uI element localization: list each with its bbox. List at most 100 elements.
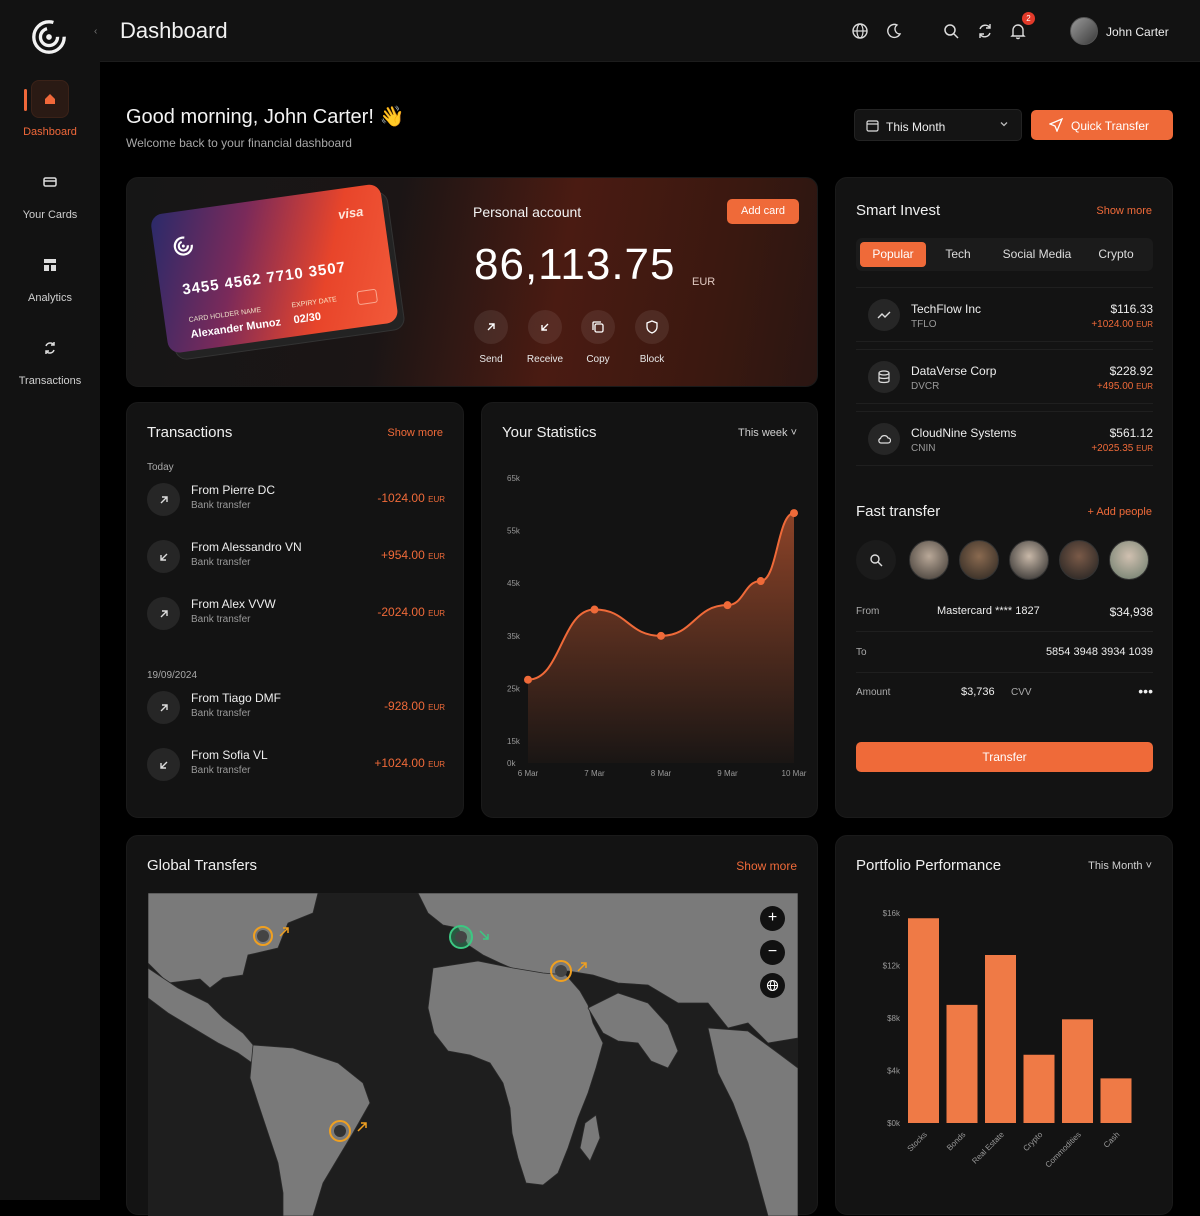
- tab-popular[interactable]: Popular: [860, 242, 926, 267]
- group-label: 19/09/2024: [147, 670, 198, 681]
- transaction-amount: -928.00 EUR: [384, 699, 445, 713]
- shield-icon: [635, 310, 669, 344]
- smart-invest-show-more[interactable]: Show more: [1096, 205, 1152, 217]
- data-point[interactable]: [524, 675, 532, 684]
- sidebar-item-analytics[interactable]: Analytics: [0, 246, 100, 304]
- transactions-show-more[interactable]: Show more: [387, 427, 443, 439]
- arrow-down-left-icon: [147, 540, 180, 573]
- y-tick-label: $4k: [887, 1067, 901, 1076]
- transfer-button[interactable]: Transfer: [856, 742, 1153, 772]
- x-tick-label: 6 Mar: [518, 769, 539, 778]
- bar[interactable]: [1023, 1054, 1055, 1123]
- send-action[interactable]: Send: [461, 310, 521, 365]
- invest-item[interactable]: DataVerse Corp DVCR $228.92 +495.00 EUR: [856, 349, 1153, 404]
- account-currency: EUR: [692, 276, 716, 288]
- contact-avatar[interactable]: [1009, 540, 1049, 580]
- to-account: 5854 3948 3934 1039: [1045, 646, 1153, 658]
- globe-view-button[interactable]: [760, 973, 785, 998]
- statistics-period-select[interactable]: This week ˅: [738, 427, 797, 439]
- credit-card[interactable]: visa 3455 4562 7710 3507 CARD HOLDER NAM…: [149, 182, 409, 364]
- greeting-title: Good morning, John Carter! 👋: [126, 106, 405, 128]
- contact-avatar[interactable]: [909, 540, 949, 580]
- user-name[interactable]: John Carter: [1106, 25, 1169, 39]
- sidebar-item-cards[interactable]: Your Cards: [0, 163, 100, 221]
- transaction-amount-value: +954.00: [381, 548, 425, 562]
- sidebar-item-transactions[interactable]: Transactions: [0, 329, 100, 387]
- globe-icon[interactable]: [851, 22, 869, 40]
- zoom-out-button[interactable]: −: [760, 940, 785, 965]
- invest-item[interactable]: CloudNine Systems CNIN $561.12 +2025.35 EUR: [856, 411, 1153, 466]
- invest-change: +1024.00 EUR: [1091, 319, 1153, 330]
- arrow-up-right-icon: [147, 483, 180, 516]
- transaction-currency: EUR: [428, 552, 445, 561]
- global-transfers-panel: Global Transfers Show more + −: [126, 835, 818, 1216]
- avatar[interactable]: [1070, 17, 1098, 45]
- sidebar-item-dashboard[interactable]: Dashboard: [0, 80, 100, 138]
- transaction-row[interactable]: From Sofia VL Bank transfer +1024.00 EUR: [147, 746, 445, 786]
- y-tick-label: 55k: [507, 527, 521, 536]
- bell-icon[interactable]: [1009, 22, 1027, 40]
- amount-value[interactable]: $3,736: [961, 686, 995, 698]
- tab-crypto[interactable]: Crypto: [1086, 242, 1146, 267]
- transfer-amount-row[interactable]: Amount $3,736 CVV •••: [856, 673, 1153, 713]
- transaction-row[interactable]: From Alessandro VN Bank transfer +954.00 E…: [147, 538, 445, 578]
- contact-avatar[interactable]: [1109, 540, 1149, 580]
- data-point[interactable]: [756, 577, 765, 586]
- transaction-amount-value: -2024.00: [377, 605, 425, 619]
- data-point[interactable]: [590, 605, 599, 614]
- transfer-to-row[interactable]: To 5854 3948 3934 1039: [856, 633, 1153, 673]
- search-icon[interactable]: [942, 22, 960, 40]
- transaction-name: From Alex VVW: [191, 597, 276, 611]
- bar[interactable]: [1100, 1078, 1132, 1123]
- period-select[interactable]: This Month: [854, 109, 1022, 141]
- sidebar: Dashboard Your Cards Analytics Transacti…: [0, 0, 100, 1200]
- invest-change-currency: EUR: [1136, 382, 1153, 391]
- from-balance: $34,938: [1109, 605, 1153, 619]
- contact-avatar[interactable]: [1059, 540, 1099, 580]
- data-point[interactable]: [723, 601, 732, 610]
- add-card-button[interactable]: Add card: [727, 199, 799, 224]
- bar[interactable]: [985, 955, 1016, 1123]
- refresh-icon[interactable]: [976, 22, 994, 40]
- invest-change: +2025.35 EUR: [1091, 443, 1153, 454]
- period-select-value: This Month: [886, 120, 946, 134]
- data-point[interactable]: [790, 509, 798, 518]
- bar[interactable]: [946, 1004, 978, 1123]
- invest-item[interactable]: TechFlow Inc TFLO $116.33 +1024.00 EUR: [856, 287, 1153, 342]
- transaction-amount-value: -928.00: [384, 699, 425, 713]
- world-map[interactable]: + −: [148, 893, 798, 1216]
- transaction-row[interactable]: From Pierre DC Bank transfer -1024.00 EUR: [147, 481, 445, 521]
- x-tick-label: Crypto: [1021, 1130, 1044, 1153]
- receive-action[interactable]: Receive: [515, 310, 575, 365]
- transaction-row[interactable]: From Tiago DMF Bank transfer -928.00 EUR: [147, 689, 445, 729]
- invest-price: $228.92: [1109, 364, 1153, 378]
- app-logo[interactable]: [30, 18, 68, 56]
- collapse-sidebar-icon[interactable]: ‹: [94, 26, 97, 37]
- transfer-from-row[interactable]: From Mastercard **** 1827 $34,938: [856, 592, 1153, 632]
- bar[interactable]: [1062, 1019, 1093, 1123]
- invest-change-value: +2025.35: [1091, 443, 1134, 454]
- bar[interactable]: [908, 918, 939, 1123]
- data-point[interactable]: [657, 631, 665, 640]
- tab-tech[interactable]: Tech: [928, 242, 988, 267]
- sidebar-item-label: Analytics: [27, 292, 73, 304]
- block-action[interactable]: Block: [622, 310, 682, 365]
- copy-action[interactable]: Copy: [568, 310, 628, 365]
- invest-change-currency: EUR: [1136, 320, 1153, 329]
- contact-search-button[interactable]: [856, 540, 896, 580]
- moon-icon[interactable]: [885, 22, 903, 40]
- transaction-amount: +1024.00 EUR: [374, 756, 445, 770]
- cloud-icon: [868, 423, 900, 455]
- global-transfers-show-more[interactable]: Show more: [736, 859, 797, 873]
- contact-avatar[interactable]: [959, 540, 999, 580]
- quick-transfer-button[interactable]: Quick Transfer: [1031, 110, 1173, 140]
- zoom-in-button[interactable]: +: [760, 906, 785, 931]
- portfolio-period-select[interactable]: This Month ˅: [1088, 860, 1152, 872]
- transaction-type: Bank transfer: [191, 708, 251, 719]
- cvv-value[interactable]: •••: [1138, 683, 1153, 699]
- add-people-link[interactable]: + Add people: [1087, 506, 1152, 518]
- card-expiry: 02/30: [292, 310, 322, 327]
- sidebar-item-label: Your Cards: [22, 209, 78, 221]
- transaction-row[interactable]: From Alex VVW Bank transfer -2024.00 EUR: [147, 595, 445, 635]
- tab-social-media[interactable]: Social Media: [990, 242, 1084, 267]
